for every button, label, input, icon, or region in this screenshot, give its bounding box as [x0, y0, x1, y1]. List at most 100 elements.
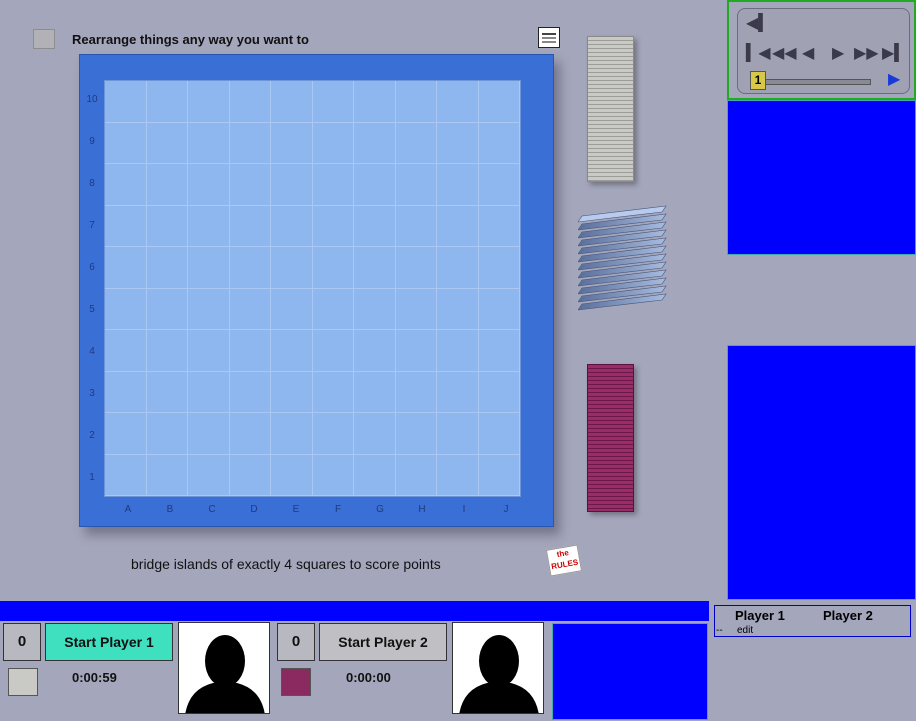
board-cell[interactable] — [146, 454, 188, 496]
back-icon[interactable]: ◀ — [802, 43, 814, 63]
board-cell[interactable] — [229, 205, 271, 247]
step-back-icon[interactable]: ◀▍ — [746, 13, 771, 33]
board-cell[interactable] — [271, 205, 313, 247]
score-table-edit[interactable]: edit — [737, 625, 753, 636]
board-cell[interactable] — [395, 288, 437, 330]
board-cell[interactable] — [354, 330, 396, 372]
board-cell[interactable] — [188, 164, 230, 206]
board-cell[interactable] — [229, 164, 271, 206]
board-cell[interactable] — [188, 81, 230, 123]
game-board-grid[interactable] — [104, 80, 521, 497]
board-cell[interactable] — [146, 413, 188, 455]
board-cell[interactable] — [437, 330, 479, 372]
board-cell[interactable] — [229, 454, 271, 496]
board-cell[interactable] — [395, 371, 437, 413]
board-cell[interactable] — [437, 164, 479, 206]
board-cell[interactable] — [105, 413, 147, 455]
rules-icon[interactable]: the RULES — [545, 544, 583, 577]
board-cell[interactable] — [271, 454, 313, 496]
board-cell[interactable] — [105, 205, 147, 247]
board-cell[interactable] — [437, 205, 479, 247]
board-cell[interactable] — [312, 413, 354, 455]
board-cell[interactable] — [354, 454, 396, 496]
board-cell[interactable] — [312, 81, 354, 123]
board-cell[interactable] — [354, 205, 396, 247]
board-cell[interactable] — [437, 413, 479, 455]
board-cell[interactable] — [312, 122, 354, 164]
board-cell[interactable] — [354, 81, 396, 123]
fast-back-icon[interactable]: ◀◀ — [772, 43, 797, 63]
board-cell[interactable] — [437, 371, 479, 413]
board-cell[interactable] — [312, 371, 354, 413]
board-cell[interactable] — [271, 81, 313, 123]
board-cell[interactable] — [312, 205, 354, 247]
board-cell[interactable] — [229, 330, 271, 372]
board-cell[interactable] — [354, 413, 396, 455]
board-cell[interactable] — [478, 454, 520, 496]
board-cell[interactable] — [395, 413, 437, 455]
board-cell[interactable] — [437, 81, 479, 123]
board-cell[interactable] — [478, 413, 520, 455]
blue-piece-stack[interactable] — [577, 200, 668, 325]
board-cell[interactable] — [146, 288, 188, 330]
board-cell[interactable] — [188, 454, 230, 496]
board-cell[interactable] — [478, 81, 520, 123]
board-cell[interactable] — [271, 122, 313, 164]
board-cell[interactable] — [146, 81, 188, 123]
board-cell[interactable] — [478, 330, 520, 372]
board-cell[interactable] — [105, 454, 147, 496]
first-icon[interactable]: ▍◀ — [746, 43, 771, 63]
board-cell[interactable] — [395, 81, 437, 123]
board-cell[interactable] — [437, 454, 479, 496]
board-cell[interactable] — [188, 205, 230, 247]
board-cell[interactable] — [105, 122, 147, 164]
board-cell[interactable] — [229, 413, 271, 455]
replay-slider-knob[interactable]: 1 — [750, 71, 766, 90]
board-cell[interactable] — [146, 164, 188, 206]
board-cell[interactable] — [188, 371, 230, 413]
board-cell[interactable] — [395, 330, 437, 372]
board-cell[interactable] — [146, 371, 188, 413]
board-cell[interactable] — [105, 247, 147, 289]
board-cell[interactable] — [312, 454, 354, 496]
board-cell[interactable] — [105, 288, 147, 330]
notes-icon[interactable] — [538, 27, 560, 48]
color-chip-icon[interactable] — [33, 29, 55, 49]
board-cell[interactable] — [437, 247, 479, 289]
board-cell[interactable] — [437, 122, 479, 164]
board-cell[interactable] — [354, 164, 396, 206]
board-cell[interactable] — [478, 164, 520, 206]
board-cell[interactable] — [188, 288, 230, 330]
board-cell[interactable] — [229, 288, 271, 330]
board-cell[interactable] — [271, 247, 313, 289]
board-cell[interactable] — [105, 81, 147, 123]
board-cell[interactable] — [395, 122, 437, 164]
board-cell[interactable] — [478, 122, 520, 164]
board-cell[interactable] — [271, 164, 313, 206]
board-cell[interactable] — [312, 164, 354, 206]
board-cell[interactable] — [271, 330, 313, 372]
board-cell[interactable] — [478, 247, 520, 289]
pink-piece-stack[interactable] — [587, 364, 634, 512]
grey-piece-stack[interactable] — [587, 36, 634, 182]
board-cell[interactable] — [188, 247, 230, 289]
board-cell[interactable] — [395, 454, 437, 496]
board-cell[interactable] — [271, 288, 313, 330]
board-cell[interactable] — [395, 205, 437, 247]
start-player1-button[interactable]: Start Player 1 — [45, 623, 173, 661]
board-cell[interactable] — [312, 247, 354, 289]
last-icon[interactable]: ▶▍ — [882, 43, 907, 63]
board-cell[interactable] — [312, 288, 354, 330]
board-cell[interactable] — [229, 122, 271, 164]
board-cell[interactable] — [188, 330, 230, 372]
replay-slider[interactable] — [754, 79, 871, 85]
board-cell[interactable] — [395, 247, 437, 289]
board-cell[interactable] — [146, 122, 188, 164]
board-cell[interactable] — [354, 371, 396, 413]
board-cell[interactable] — [271, 371, 313, 413]
board-cell[interactable] — [105, 330, 147, 372]
board-cell[interactable] — [271, 413, 313, 455]
board-cell[interactable] — [146, 247, 188, 289]
board-cell[interactable] — [395, 164, 437, 206]
board-cell[interactable] — [354, 288, 396, 330]
